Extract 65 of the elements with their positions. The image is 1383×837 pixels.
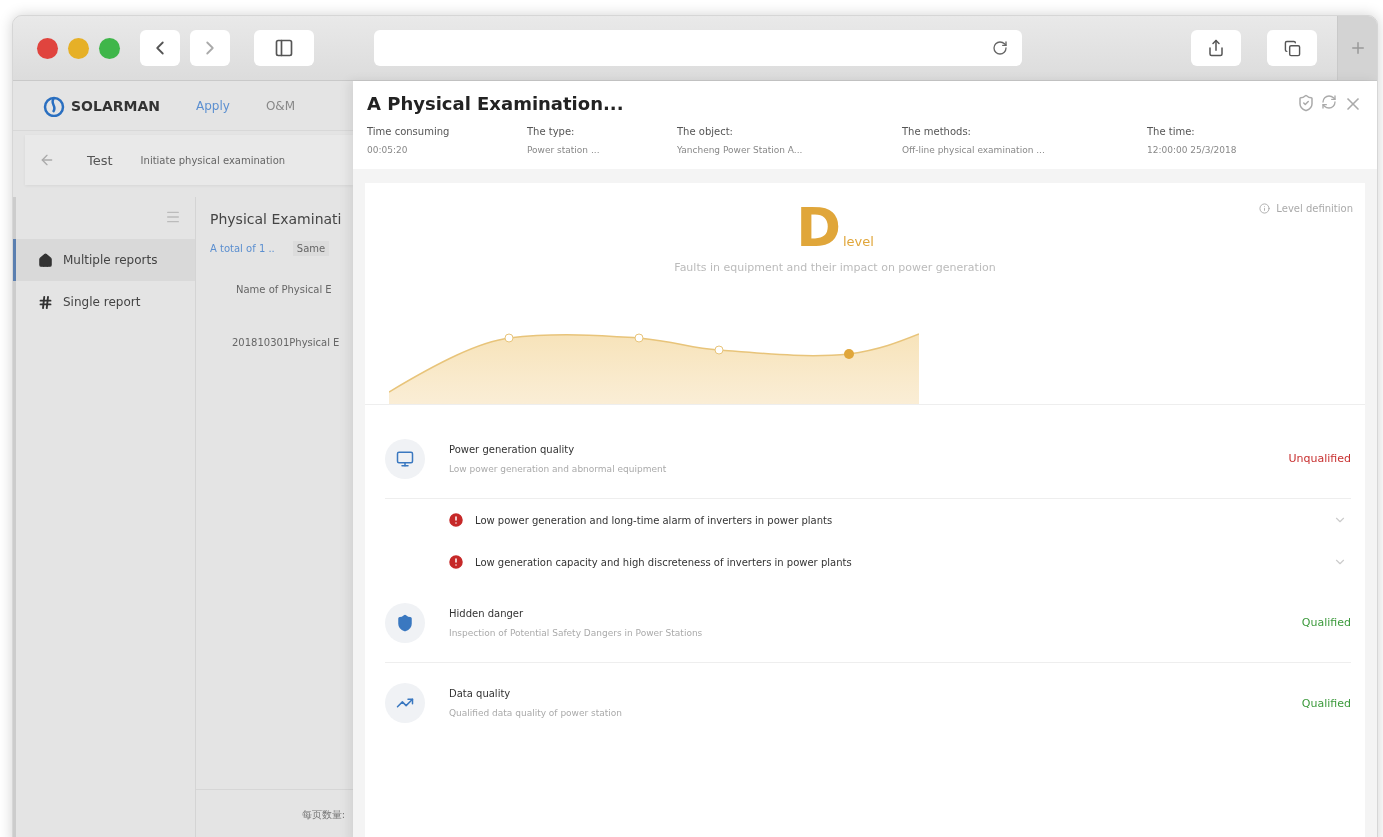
check-status: Qualified: [1301, 696, 1351, 710]
grade-suffix: level: [842, 234, 874, 249]
sidebar-toggle-button[interactable]: [254, 30, 314, 66]
tabs-icon: [1283, 39, 1301, 57]
check-subtitle: Low power generation and abnormal equipment: [449, 463, 668, 474]
alert-icon: [447, 511, 465, 529]
sidebar-label: Multiple reports: [63, 253, 158, 267]
tabs-button[interactable]: [1267, 30, 1317, 66]
info-icon: [1259, 203, 1271, 214]
issue-text: Low generation capacity and high discreteness of inverters in power plants: [475, 556, 853, 568]
meta-value: Yancheng Power Station A...: [677, 145, 804, 155]
back-button[interactable]: [140, 30, 180, 66]
sidebar-item[interactable]: Single report: [13, 281, 195, 323]
grade-description: Faults in equipment and their impact on power generation: [674, 261, 997, 274]
drawer-title: A Physical Examination...: [367, 93, 624, 114]
page-size-label: 每页数量:: [301, 808, 345, 822]
shield-check-icon[interactable]: [1297, 93, 1315, 114]
monitor-icon: [396, 449, 414, 468]
meta-value: Power station ...: [527, 145, 601, 155]
issue-text: Low power generation and long-time alarm of inverters in power plants: [475, 514, 834, 526]
meta-value: 12:00:00 25/3/2018: [1147, 145, 1238, 155]
check-status: Unqualified: [1288, 452, 1351, 465]
share-icon: [1207, 39, 1225, 57]
check-title: Data quality: [449, 688, 512, 699]
home-icon: [38, 252, 53, 268]
nav-tab[interactable]: O&M: [265, 98, 296, 113]
back-arrow-button[interactable]: [39, 152, 55, 168]
nav-tab[interactable]: Apply: [196, 98, 230, 113]
menu-icon[interactable]: [165, 209, 181, 225]
sidebar-icon: [274, 38, 294, 58]
filter-tag[interactable]: Same: [292, 241, 330, 256]
list-title: Physical Examinati: [209, 210, 343, 227]
logo-icon: [43, 94, 65, 117]
forward-button[interactable]: [190, 30, 230, 66]
meta-label: Time consuming: [367, 126, 451, 137]
minimize-window-button[interactable]: [68, 37, 89, 59]
alert-icon: [447, 553, 465, 571]
initiate-link[interactable]: Initiate physical examination: [140, 154, 286, 166]
issue-row[interactable]: Low power generation and long-time alarm of inverters in power plants: [385, 499, 1351, 541]
share-button[interactable]: [1191, 30, 1241, 66]
meta-value: 00:05:20: [367, 145, 409, 155]
reload-icon[interactable]: [992, 40, 1008, 56]
close-window-button[interactable]: [37, 37, 58, 59]
meta-label: The time:: [1147, 126, 1196, 137]
shield-icon: [396, 613, 414, 632]
check-title: Hidden danger: [449, 607, 525, 619]
meta-label: The type:: [527, 126, 576, 137]
meta-value: Off-line physical examination ...: [902, 145, 1046, 155]
meta-label: The object:: [677, 126, 734, 137]
maximize-window-button[interactable]: [99, 37, 120, 59]
sidebar-item[interactable]: Multiple reports: [13, 239, 195, 281]
table-cell-text: 201810301Physical E: [231, 336, 341, 348]
hash-icon: [38, 294, 53, 310]
total-count: A total of 1 ..: [210, 243, 275, 254]
logo-text: SOLARMAN: [71, 97, 160, 114]
check-subtitle: Inspection of Potential Safety Dangers in Power Stations: [449, 627, 704, 638]
check-title: Power generation quality: [449, 443, 576, 455]
page-title: Test: [87, 152, 113, 168]
issue-row[interactable]: Low generation capacity and high discreteness of inverters in power plants: [385, 541, 1351, 583]
check-subtitle: Qualified data quality of power station: [449, 708, 624, 718]
check-status: Qualified: [1301, 616, 1351, 629]
sidebar-label: Single report: [63, 295, 141, 309]
meta-label: The methods:: [902, 126, 972, 137]
grade-letter: D: [796, 201, 841, 255]
column-header: Name of Physical E: [235, 283, 333, 295]
